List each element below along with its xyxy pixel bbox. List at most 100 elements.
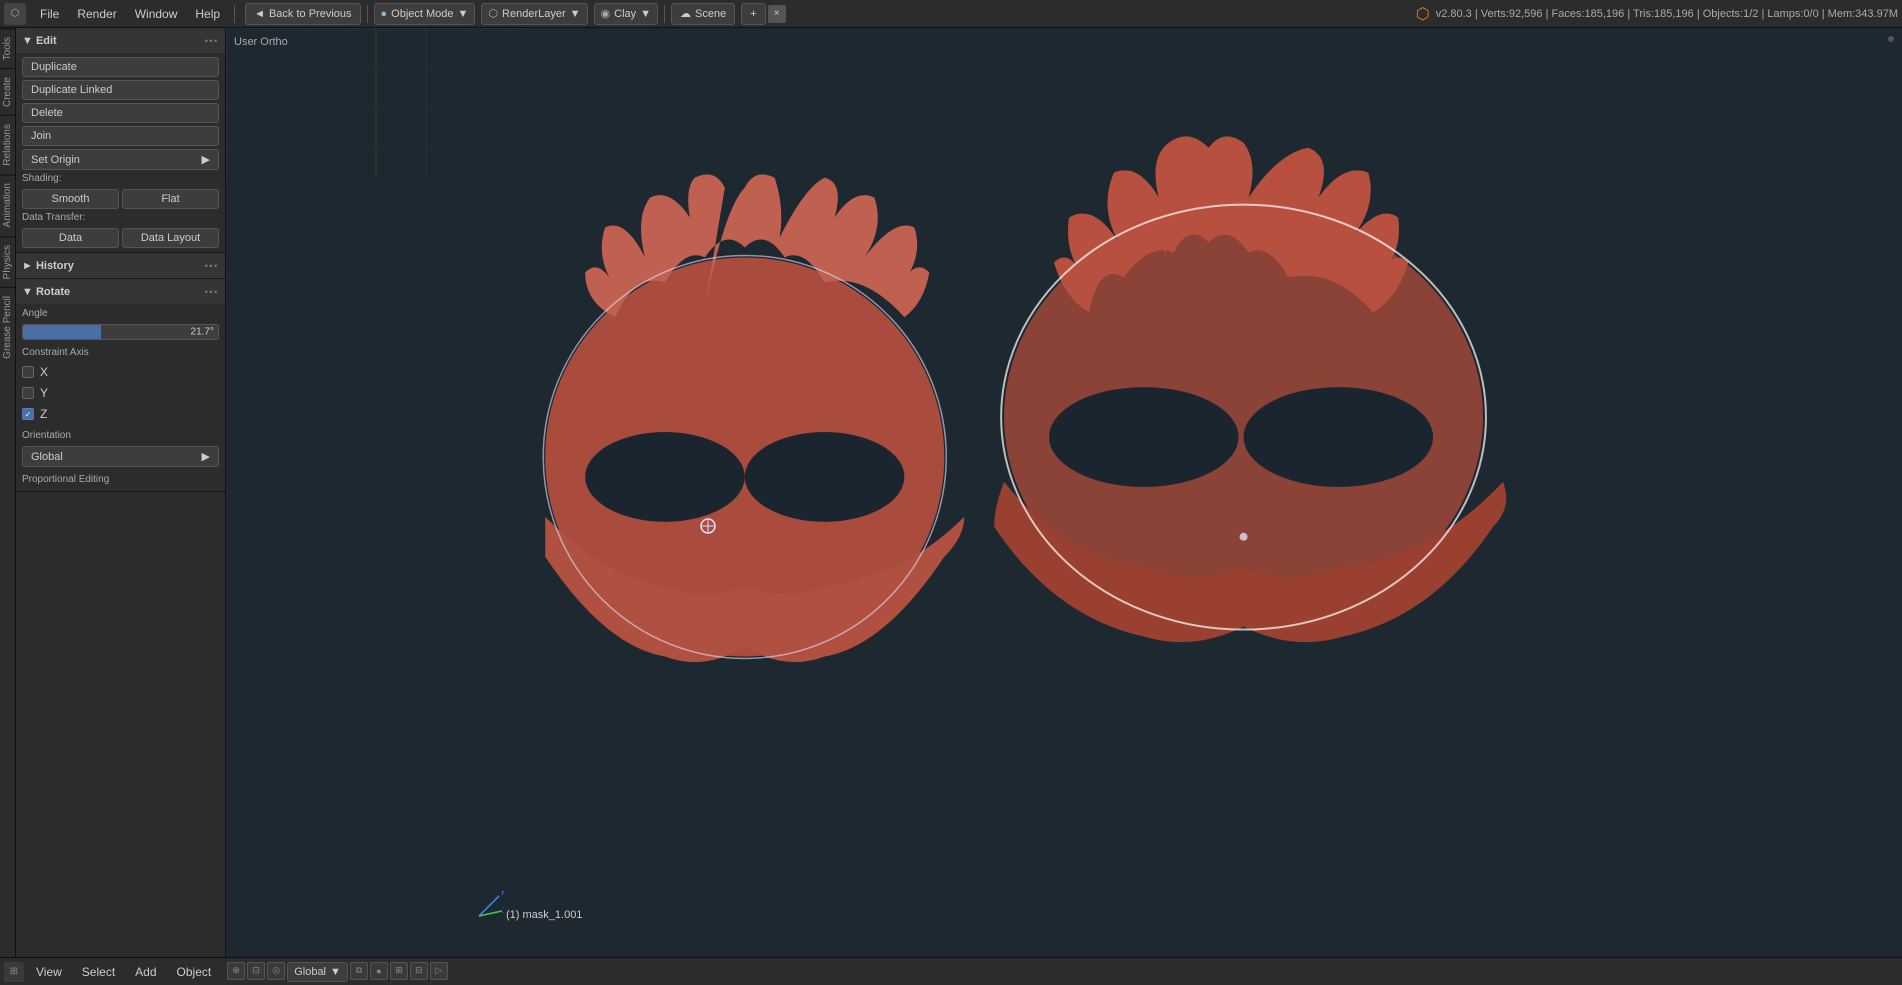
- data-transfer-row: Data Data Layout: [22, 228, 219, 248]
- sidebar-tabs: Tools Create Relations Animation Physics…: [0, 28, 16, 957]
- viewport-shading-icon[interactable]: ●: [370, 962, 388, 980]
- version-info: ⬡ v2.80.3 | Verts:92,596 | Faces:185,196…: [1416, 4, 1898, 24]
- constraint-x-label: X: [40, 365, 48, 379]
- edit-section-content: Duplicate Duplicate Linked Delete Join S…: [16, 53, 225, 252]
- svg-text:X: X: [503, 906, 504, 915]
- separator-1: [234, 5, 235, 23]
- orientation-dropdown[interactable]: Global ▶: [22, 446, 219, 467]
- shading-row: Smooth Flat: [22, 189, 219, 209]
- join-button[interactable]: Join: [22, 126, 219, 146]
- scene-icon: ☁: [680, 7, 691, 20]
- menu-render[interactable]: Render: [69, 5, 124, 23]
- constraint-z-row: Z: [22, 405, 219, 423]
- sidebar-item-animation[interactable]: Animation: [0, 174, 15, 235]
- angle-value: 21.7°: [191, 327, 214, 338]
- left-mask: [543, 174, 964, 662]
- sidebar-item-tools[interactable]: Tools: [0, 28, 15, 68]
- left-panel: ▼ Edit ⋯ Duplicate Duplicate Linked Dele…: [16, 28, 226, 957]
- bottom-select-menu[interactable]: Select: [74, 963, 123, 981]
- origin-marker: [698, 516, 718, 536]
- menu-window[interactable]: Window: [127, 5, 186, 23]
- bottom-add-menu[interactable]: Add: [127, 963, 164, 981]
- render-icon[interactable]: ▷: [430, 962, 448, 980]
- scene-selector[interactable]: ☁ Scene: [671, 3, 735, 25]
- rotate-section-options[interactable]: ⋯: [204, 283, 219, 300]
- bottom-view-menu[interactable]: View: [28, 963, 70, 981]
- axis-indicator: Y X: [474, 891, 504, 921]
- chevron-down-icon-2: ▼: [570, 8, 581, 20]
- menu-file[interactable]: File: [32, 5, 67, 23]
- object-mode-dropdown[interactable]: ● Object Mode ▼: [374, 3, 476, 25]
- chevron-down-icon: ▼: [458, 8, 469, 20]
- scene-add-button[interactable]: +: [741, 3, 765, 25]
- blender-logo-right: ⬡: [1416, 4, 1430, 24]
- rotate-section: ▼ Rotate ⋯ Angle 21.7° Constraint Axis X: [16, 279, 225, 492]
- edit-section: ▼ Edit ⋯ Duplicate Duplicate Linked Dele…: [16, 28, 225, 253]
- edit-section-header[interactable]: ▼ Edit ⋯: [16, 28, 225, 53]
- overlay-icon[interactable]: ⧉: [350, 962, 368, 980]
- separator-3: [664, 5, 665, 23]
- mesh-label: (1) mask_1.001: [506, 909, 582, 921]
- sidebar-item-relations[interactable]: Relations: [0, 115, 15, 174]
- bottom-object-menu[interactable]: Object: [169, 963, 220, 981]
- smooth-button[interactable]: Smooth: [22, 189, 119, 209]
- snap-icon[interactable]: ⊡: [247, 962, 265, 980]
- blender-icon[interactable]: ⬡: [4, 3, 26, 25]
- renderlayer-icon: ⬡: [488, 7, 498, 20]
- data-button[interactable]: Data: [22, 228, 119, 248]
- sidebar-item-physics[interactable]: Physics: [0, 236, 15, 287]
- main-area: Tools Create Relations Animation Physics…: [0, 28, 1902, 957]
- sidebar-item-create[interactable]: Create: [0, 68, 15, 115]
- history-section-title: ► History: [22, 260, 74, 272]
- edit-section-title: ▼ Edit: [22, 35, 57, 47]
- topbar: ⬡ File Render Window Help ◄ Back to Prev…: [0, 0, 1902, 28]
- constraint-x-checkbox[interactable]: [22, 366, 34, 378]
- set-origin-arrow: ▶: [202, 153, 210, 166]
- move-icon[interactable]: ⊞: [390, 962, 408, 980]
- global-chevron: ▼: [330, 966, 341, 978]
- delete-button[interactable]: Delete: [22, 103, 219, 123]
- proportional-icon[interactable]: ◎: [267, 962, 285, 980]
- rotate-section-content: Angle 21.7° Constraint Axis X Y: [16, 304, 225, 491]
- chevron-down-icon-3: ▼: [640, 8, 651, 20]
- edit-section-options[interactable]: ⋯: [204, 32, 219, 49]
- clay-dropdown[interactable]: ◉ Clay ▼: [594, 3, 659, 25]
- menu-help[interactable]: Help: [187, 5, 228, 23]
- bottombar: ⊞ View Select Add Object ⊕ ⊡ ◎ Global ▼ …: [0, 957, 1902, 985]
- camera-icon[interactable]: ⊟: [410, 962, 428, 980]
- history-section-options[interactable]: ⋯: [204, 257, 219, 274]
- separator-2: [367, 5, 368, 23]
- transform-icon[interactable]: ⊕: [227, 962, 245, 980]
- orientation-label: Orientation: [22, 430, 219, 441]
- constraint-x-row: X: [22, 363, 219, 381]
- topbar-menus: File Render Window Help: [32, 5, 228, 23]
- render-layer-dropdown[interactable]: ⬡ RenderLayer ▼: [481, 3, 587, 25]
- angle-label: Angle: [22, 308, 219, 319]
- angle-bar[interactable]: 21.7°: [22, 324, 219, 340]
- global-dropdown[interactable]: Global ▼: [287, 962, 348, 982]
- viewport-icon[interactable]: ⊞: [4, 962, 24, 982]
- duplicate-linked-button[interactable]: Duplicate Linked: [22, 80, 219, 100]
- back-to-previous-button[interactable]: ◄ Back to Previous: [245, 3, 360, 25]
- object-mode-icon: ●: [381, 8, 388, 20]
- shading-label: Shading:: [22, 173, 219, 184]
- duplicate-button[interactable]: Duplicate: [22, 57, 219, 77]
- sidebar-item-grease-pencil[interactable]: Grease Pencil: [0, 287, 15, 367]
- bottombar-tool-icons: ⊕ ⊡ ◎ Global ▼ ⧉ ● ⊞ ⊟ ▷: [227, 962, 448, 982]
- grid: [226, 28, 526, 178]
- history-section-header[interactable]: ► History ⋯: [16, 253, 225, 278]
- set-origin-dropdown[interactable]: Set Origin ▶: [22, 149, 219, 170]
- scene-close-button[interactable]: ×: [768, 5, 786, 23]
- constraint-y-row: Y: [22, 384, 219, 402]
- proportional-editing-label: Proportional Editing: [22, 474, 219, 485]
- constraint-z-checkbox[interactable]: [22, 408, 34, 420]
- history-section: ► History ⋯: [16, 253, 225, 279]
- angle-fill: [23, 325, 101, 339]
- viewport[interactable]: User Ortho: [226, 28, 1902, 957]
- orientation-arrow: ▶: [202, 450, 210, 463]
- svg-text:Y: Y: [500, 891, 504, 897]
- flat-button[interactable]: Flat: [122, 189, 219, 209]
- constraint-y-checkbox[interactable]: [22, 387, 34, 399]
- rotate-section-header[interactable]: ▼ Rotate ⋯: [16, 279, 225, 304]
- data-layout-button[interactable]: Data Layout: [122, 228, 219, 248]
